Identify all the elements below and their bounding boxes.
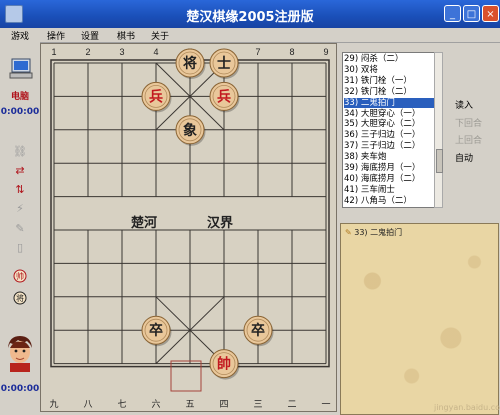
file-label-top: 1 bbox=[51, 47, 56, 57]
menu-about[interactable]: 关于 bbox=[151, 29, 169, 42]
file-label-bottom: 三 bbox=[253, 400, 262, 410]
piece-label: 将 bbox=[183, 55, 197, 72]
puzzle-list-item[interactable]: 41) 三车闹士 bbox=[344, 185, 395, 195]
puzzle-list-item[interactable]: 33) 二鬼拍门 bbox=[344, 97, 434, 108]
flip-icon[interactable]: ⇅ bbox=[12, 183, 28, 197]
chess-piece-red[interactable]: 兵 bbox=[209, 81, 240, 113]
piece-label: 象 bbox=[183, 122, 197, 139]
scroll-thumb[interactable] bbox=[436, 149, 443, 173]
chess-piece-black[interactable]: 士 bbox=[209, 48, 240, 79]
menu-settings[interactable]: 设置 bbox=[81, 29, 99, 42]
puzzle-list-item[interactable]: 37) 三子归边（二） bbox=[344, 141, 420, 151]
file-label-top: 4 bbox=[153, 47, 158, 57]
menu-operate[interactable]: 操作 bbox=[47, 29, 65, 42]
piece-label: 卒 bbox=[149, 322, 163, 339]
file-label-bottom: 八 bbox=[83, 400, 92, 410]
board-grid: 123456789 九八七六五四三二一 楚河 汉界 将士兵兵象卒卒帥 bbox=[49, 47, 330, 410]
puzzle-list-item[interactable]: 40) 海底捞月（二） bbox=[344, 174, 420, 184]
top-player-time: 0:00:00 bbox=[0, 107, 40, 117]
file-label-bottom: 五 bbox=[185, 400, 194, 410]
puzzle-list-item[interactable]: 36) 三子归边（一） bbox=[344, 130, 420, 140]
puzzle-list-item[interactable]: 29) 闷杀（二） bbox=[344, 54, 403, 64]
file-label-bottom: 四 bbox=[219, 400, 228, 410]
chess-piece-black[interactable]: 卒 bbox=[243, 315, 274, 347]
chess-piece-black[interactable]: 将 bbox=[175, 48, 206, 79]
link-icon[interactable]: ⛓ bbox=[12, 145, 28, 159]
puzzle-list-item[interactable]: 42) 八角马（二） bbox=[344, 196, 412, 206]
piece-label: 卒 bbox=[251, 322, 265, 339]
file-label-bottom: 七 bbox=[117, 399, 126, 410]
top-player-label: 电脑 bbox=[10, 92, 29, 102]
menu-books[interactable]: 棋书 bbox=[117, 29, 135, 42]
title-bar: 楚汉棋缘2005注册版 _ □ × bbox=[0, 0, 500, 28]
pen-icon[interactable]: ✎ bbox=[12, 222, 28, 236]
file-label-top: 8 bbox=[289, 47, 294, 57]
piece-label: 兵 bbox=[217, 88, 231, 105]
river-label-left: 楚河 bbox=[131, 215, 157, 231]
file-label-top: 9 bbox=[323, 47, 328, 57]
minimize-button[interactable]: _ bbox=[444, 5, 461, 22]
puzzle-list-item[interactable]: 31) 铁门栓（一） bbox=[344, 76, 412, 86]
black-side-icon[interactable]: 将 bbox=[12, 291, 28, 305]
file-label-top: 7 bbox=[255, 47, 260, 57]
list-scrollbar[interactable] bbox=[434, 52, 443, 208]
watermark-text: jingyan.baidu.com bbox=[434, 403, 500, 412]
puzzle-list-item[interactable]: 39) 海底捞月（一） bbox=[344, 163, 420, 173]
file-label-bottom: 九 bbox=[49, 399, 58, 410]
file-label-top: 2 bbox=[85, 47, 90, 57]
read-button[interactable]: 读入 bbox=[455, 98, 473, 111]
close-button[interactable]: × bbox=[482, 5, 499, 22]
comment-label: 33) 二鬼拍门 bbox=[354, 228, 403, 237]
puzzle-list-item[interactable]: 32) 铁门栓（二） bbox=[344, 87, 412, 97]
file-label-top: 3 bbox=[119, 47, 124, 57]
puzzle-list[interactable]: 29) 闷杀（二） 30) 双将 31) 铁门栓（一） 32) 铁门栓（二） 33) 二… bbox=[342, 52, 436, 208]
svg-text:帅: 帅 bbox=[16, 271, 24, 281]
left-toolbar: 电脑 0:00:00 ⛓ ⇄ ⇅ ⚡ ✎ ▯ 帅 将 0:00:00 bbox=[0, 42, 40, 415]
prev-round-button[interactable]: 上回合 bbox=[455, 133, 482, 146]
puzzle-list-item[interactable]: 38) 夹车炮 bbox=[344, 152, 386, 162]
chess-board[interactable]: 123456789 九八七六五四三二一 楚河 汉界 将士兵兵象卒卒帥 bbox=[40, 43, 337, 412]
menu-game[interactable]: 游戏 bbox=[11, 29, 29, 42]
chess-piece-black[interactable]: 象 bbox=[175, 115, 206, 146]
comment-text: ✎ 33) 二鬼拍门 bbox=[345, 227, 402, 238]
puzzle-list-item[interactable]: 30) 双将 bbox=[344, 65, 378, 75]
swap-icon[interactable]: ⇄ bbox=[12, 164, 28, 178]
file-label-bottom: 二 bbox=[287, 400, 296, 410]
comment-panel: ✎ 33) 二鬼拍门 bbox=[340, 223, 499, 415]
chess-piece-red[interactable]: 帥 bbox=[209, 349, 240, 380]
bottom-player-time: 0:00:00 bbox=[0, 384, 40, 394]
right-panel: 29) 闷杀（二） 30) 双将 31) 铁门栓（一） 32) 铁门栓（二） 33) 二… bbox=[339, 43, 500, 415]
note-icon: ✎ bbox=[345, 228, 352, 237]
puzzle-list-item[interactable]: 34) 大胆穿心（一） bbox=[344, 109, 420, 119]
player-avatar bbox=[8, 336, 32, 372]
piece-label: 帥 bbox=[217, 356, 231, 373]
auto-button[interactable]: 自动 bbox=[455, 151, 473, 164]
piece-label: 兵 bbox=[149, 88, 163, 105]
window-title: 楚汉棋缘2005注册版 bbox=[186, 10, 314, 25]
file-label-bottom: 一 bbox=[321, 400, 330, 410]
svg-text:将: 将 bbox=[16, 293, 24, 303]
next-round-button[interactable]: 下回合 bbox=[455, 116, 482, 129]
last-move-marker bbox=[170, 360, 202, 392]
hint-icon[interactable]: ⚡ bbox=[12, 202, 28, 216]
page-icon[interactable]: ▯ bbox=[12, 241, 28, 255]
maximize-button[interactable]: □ bbox=[463, 5, 480, 22]
chess-piece-red[interactable]: 兵 bbox=[141, 81, 172, 113]
menu-bar: 游戏 操作 设置 棋书 关于 bbox=[0, 28, 500, 43]
river-label-right: 汉界 bbox=[207, 215, 233, 231]
piece-label: 士 bbox=[217, 55, 231, 72]
puzzle-list-item[interactable]: 35) 大胆穿心（二） bbox=[344, 119, 420, 129]
computer-icon bbox=[9, 58, 33, 79]
red-side-icon[interactable]: 帅 bbox=[12, 269, 28, 283]
file-label-bottom: 六 bbox=[151, 398, 160, 410]
chess-piece-black[interactable]: 卒 bbox=[141, 315, 172, 347]
